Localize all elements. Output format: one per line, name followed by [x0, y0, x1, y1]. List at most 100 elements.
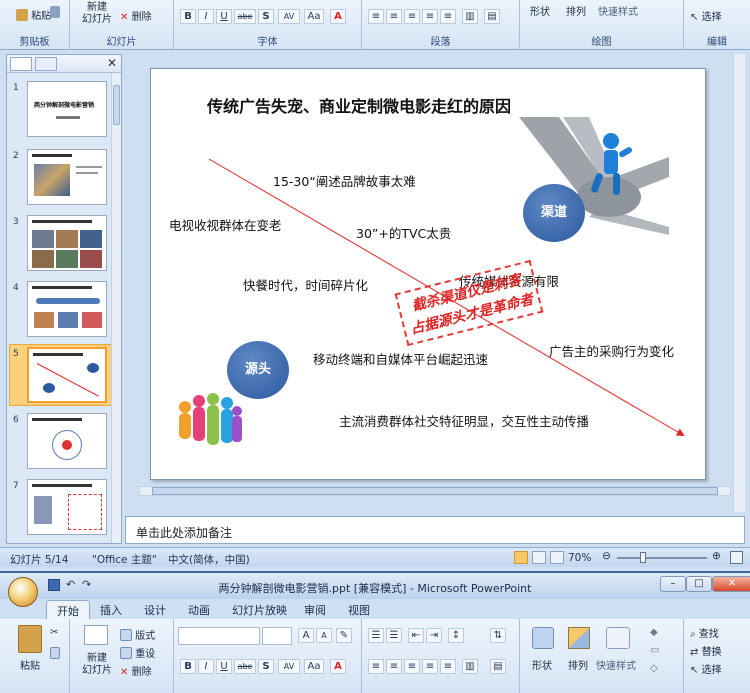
columns-button[interactable]: ▥	[462, 659, 478, 674]
delete-slide-button[interactable]: ✕ 删除	[120, 8, 152, 23]
tab-insert[interactable]: 插入	[100, 602, 122, 618]
numbering-button[interactable]: ☰	[386, 628, 402, 643]
arrange-button[interactable]: 排列	[566, 3, 586, 18]
zoom-slider-knob[interactable]	[640, 552, 646, 563]
bold-button[interactable]: B	[180, 659, 196, 674]
point-purchasing-change[interactable]: 广告主的采购行为变化	[549, 341, 674, 360]
strikethrough-button[interactable]: abe	[234, 659, 256, 674]
new-slide-button[interactable]: 新建 幻灯片	[82, 2, 112, 26]
arrange-button[interactable]: 排列	[568, 657, 588, 672]
slide-canvas[interactable]: 传统广告失宠、商业定制微电影走红的原因 渠道 源头 15-30“阐述品牌故事太难…	[150, 68, 706, 480]
zoom-slider[interactable]	[617, 557, 707, 559]
underline-button[interactable]: U	[216, 9, 232, 24]
clear-format-button[interactable]: ✎	[336, 628, 352, 643]
clipboard-icon[interactable]	[18, 625, 42, 653]
select-button[interactable]: ↖ 选择	[690, 8, 722, 23]
align-right-button[interactable]: ≡	[404, 9, 420, 24]
point-audience-aging[interactable]: 电视收视群体在变老	[169, 215, 282, 234]
vertical-scrollbar[interactable]	[733, 54, 745, 512]
shrink-font-button[interactable]: A	[316, 628, 332, 643]
quick-styles-button[interactable]: 快速样式	[596, 657, 636, 672]
replace-button[interactable]: ⇄ 替换	[690, 643, 722, 658]
minimize-button[interactable]: –	[660, 576, 686, 592]
pane-scrollbar[interactable]	[111, 73, 121, 543]
point-social-consumers[interactable]: 主流消费群体社交特征明显，交互性主动传播	[339, 411, 589, 430]
char-spacing-button[interactable]: AV	[278, 659, 300, 674]
normal-view-icon[interactable]	[514, 551, 528, 564]
bold-button[interactable]: B	[180, 9, 196, 24]
fill-icon[interactable]: ◆	[650, 627, 658, 638]
delete-slide-button[interactable]: ✕ 删除	[120, 663, 152, 678]
align-center-button[interactable]: ≡	[386, 9, 402, 24]
slide-thumb-5[interactable]	[27, 347, 107, 403]
align-left-button[interactable]: ≡	[368, 659, 384, 674]
tab-design[interactable]: 设计	[144, 602, 166, 618]
point-fragmentation[interactable]: 快餐时代，时间碎片化	[243, 275, 368, 294]
shapes-icon[interactable]	[532, 627, 554, 649]
change-case-button[interactable]: Aa	[304, 659, 324, 674]
close-window-button[interactable]: ✕	[712, 576, 750, 592]
slide-thumb-1[interactable]: 两分钟解剖微电影营销	[27, 81, 107, 137]
effects-icon[interactable]: ◇	[650, 663, 658, 674]
maximize-button[interactable]: □	[686, 576, 712, 592]
layout-button[interactable]: 版式	[120, 627, 155, 642]
underline-button[interactable]: U	[216, 659, 232, 674]
distribute-button[interactable]: ≡	[440, 9, 456, 24]
undo-icon[interactable]: ↶	[66, 578, 75, 591]
font-color-button[interactable]: A	[330, 9, 346, 24]
align-center-button[interactable]: ≡	[386, 659, 402, 674]
redo-icon[interactable]: ↷	[82, 578, 91, 591]
strikethrough-button[interactable]: abe	[234, 9, 256, 24]
new-slide-icon[interactable]	[84, 625, 108, 645]
zoom-level[interactable]: 70%	[568, 552, 591, 564]
slide-thumb-6[interactable]	[27, 413, 107, 469]
sorter-view-icon[interactable]	[532, 551, 546, 564]
shadow-button[interactable]: S	[258, 659, 274, 674]
slideshow-view-icon[interactable]	[550, 551, 564, 564]
text-direction-button[interactable]: ⇅	[490, 628, 506, 643]
outline-tab[interactable]	[35, 57, 57, 71]
bullets-button[interactable]: ☰	[368, 628, 384, 643]
increase-indent-button[interactable]: ⇥	[426, 628, 442, 643]
change-case-button[interactable]: Aa	[304, 9, 324, 24]
font-name-combo[interactable]	[178, 627, 260, 645]
cut-icon[interactable]: ✂	[50, 627, 58, 638]
shape-button[interactable]: 形状	[532, 657, 552, 672]
tab-animations[interactable]: 动画	[188, 602, 210, 618]
align-text-button[interactable]: ▤	[484, 9, 500, 24]
slides-tab[interactable]	[10, 57, 32, 71]
quick-styles-icon[interactable]	[606, 627, 630, 649]
point-tvc-cost[interactable]: 30”+的TVC太贵	[356, 223, 451, 242]
slide-thumb-2[interactable]	[27, 149, 107, 205]
reset-button[interactable]: 重设	[120, 645, 155, 660]
justify-button[interactable]: ≡	[422, 9, 438, 24]
language[interactable]: 中文(简体，中国)	[168, 552, 250, 567]
shadow-button[interactable]: S	[258, 9, 274, 24]
new-slide-button[interactable]: 新建 幻灯片	[82, 653, 112, 677]
tab-slideshow[interactable]: 幻灯片放映	[232, 602, 287, 618]
grow-font-button[interactable]: A	[298, 628, 314, 643]
copy-icon[interactable]	[50, 647, 60, 660]
align-right-button[interactable]: ≡	[404, 659, 420, 674]
theme-name[interactable]: "Office 主题"	[92, 552, 157, 567]
horizontal-scrollbar[interactable]	[139, 486, 731, 496]
close-icon[interactable]: ✕	[107, 56, 117, 70]
tab-home[interactable]: 开始	[46, 600, 90, 619]
italic-button[interactable]: I	[198, 9, 214, 24]
font-color-button[interactable]: A	[330, 659, 346, 674]
align-left-button[interactable]: ≡	[368, 9, 384, 24]
distribute-button[interactable]: ≡	[440, 659, 456, 674]
font-size-combo[interactable]	[262, 627, 292, 645]
paste-button[interactable]: 粘贴	[16, 7, 51, 22]
zoom-out-icon[interactable]: ⊖	[602, 550, 611, 562]
arrange-icon[interactable]	[568, 627, 590, 649]
channel-circle[interactable]: 渠道	[523, 184, 585, 242]
zoom-in-icon[interactable]: ⊕	[712, 550, 721, 562]
select-button[interactable]: ↖ 选择	[690, 661, 722, 676]
format-painter-button[interactable]	[50, 6, 60, 19]
paste-button[interactable]: 粘贴	[20, 657, 40, 672]
slide-thumb-4[interactable]	[27, 281, 107, 337]
point-story[interactable]: 15-30“阐述品牌故事太难	[273, 171, 416, 190]
horizontal-scrollbar-thumb[interactable]	[152, 487, 718, 495]
point-mobile-rise[interactable]: 移动终端和自媒体平台崛起迅速	[313, 349, 488, 368]
